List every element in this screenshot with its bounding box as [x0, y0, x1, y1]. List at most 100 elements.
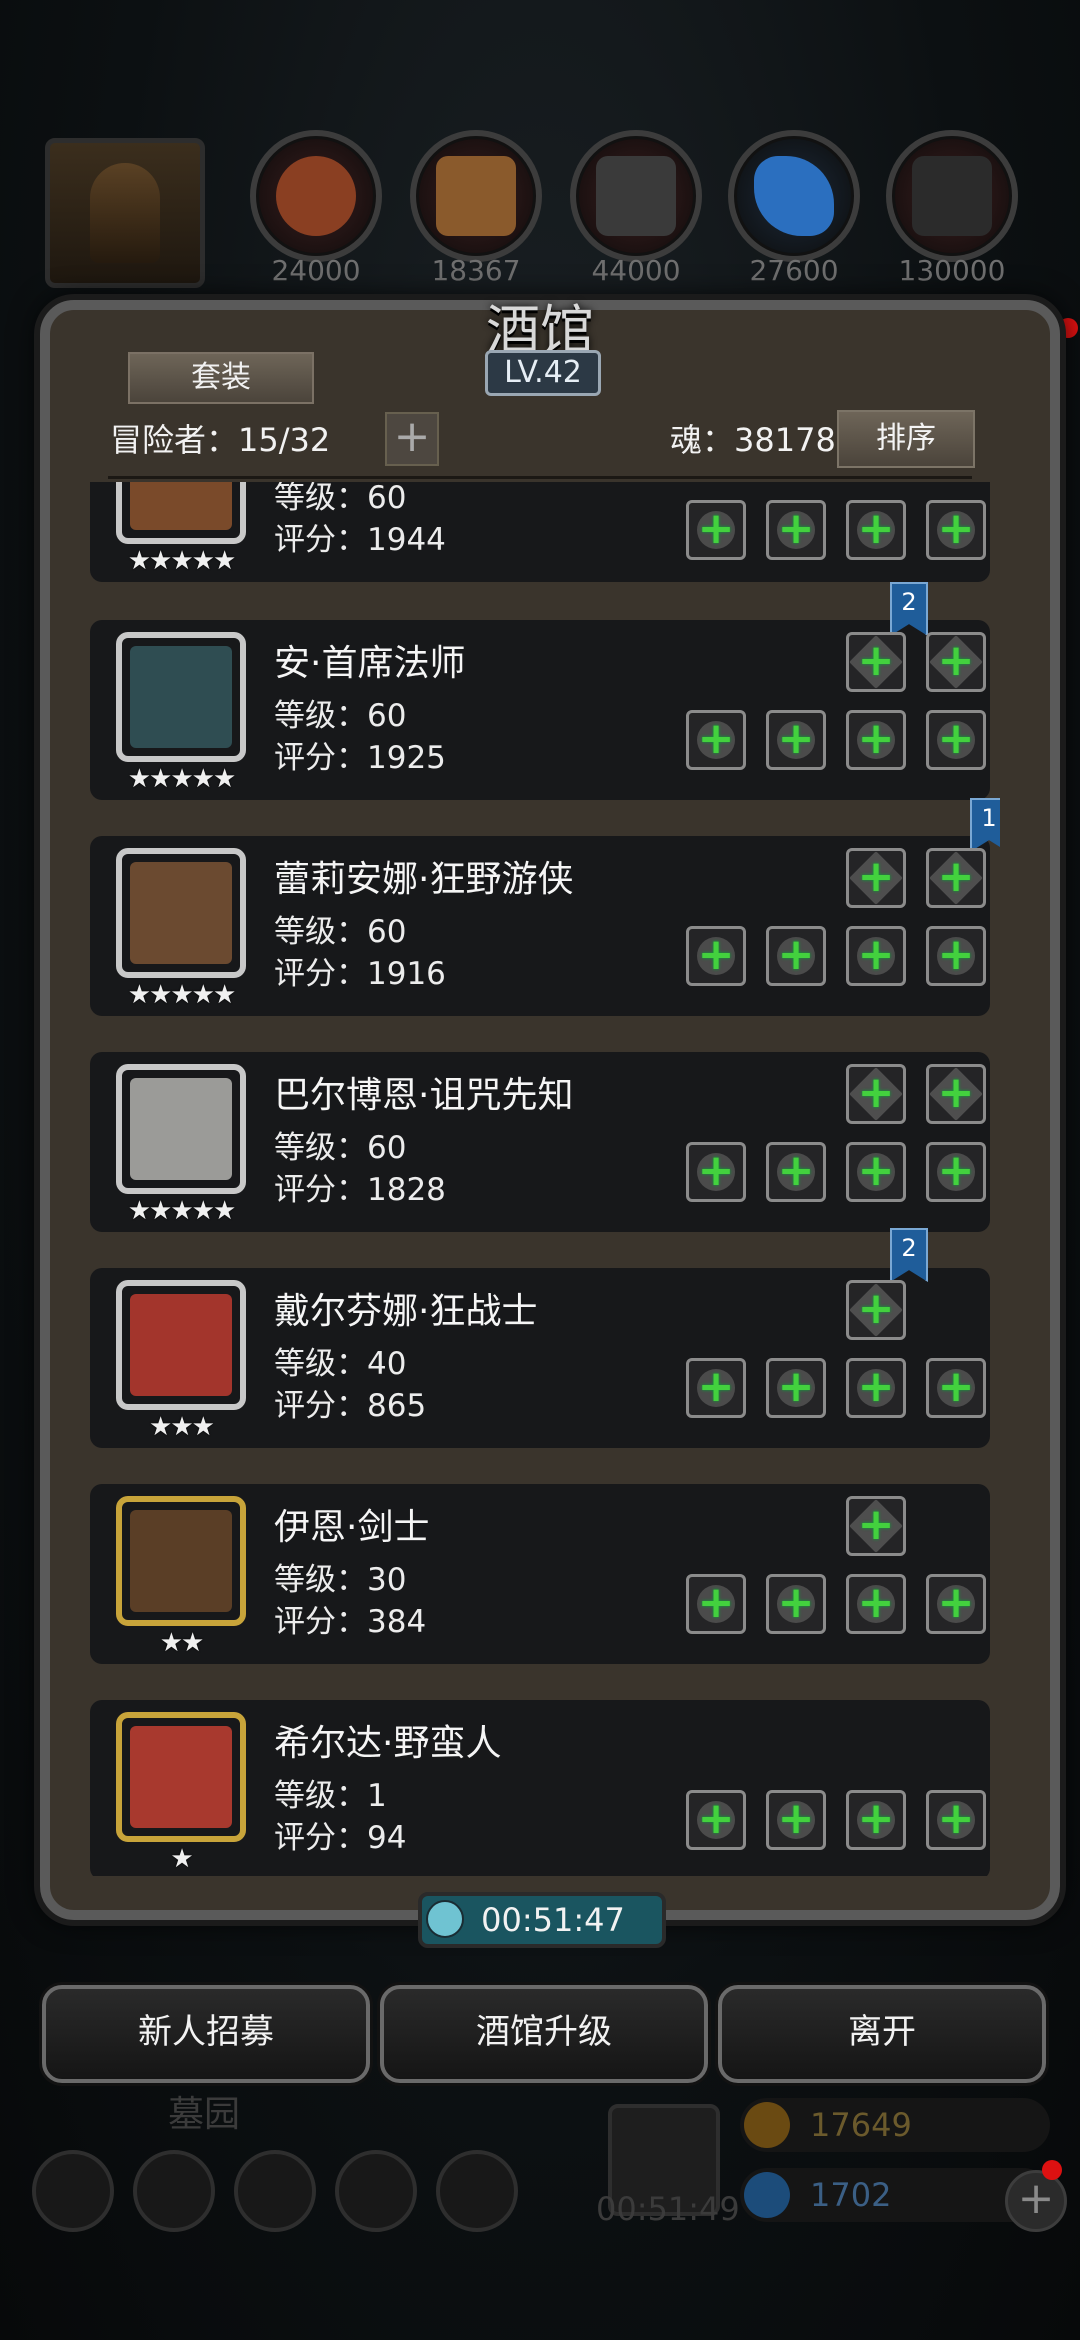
plus-icon: +	[697, 1793, 735, 1844]
weapon-slot[interactable]: +	[686, 1790, 746, 1850]
resource-value: 44000	[591, 254, 681, 287]
adventurer-level: 等级：60	[274, 482, 407, 516]
adventurer-portrait[interactable]	[116, 1064, 246, 1194]
adventurer-portrait[interactable]	[116, 848, 246, 978]
refresh-timer: 00:51:47	[418, 1892, 666, 1948]
rank-ribbon: 2	[890, 1228, 928, 1282]
plus-icon: +	[777, 1793, 815, 1844]
ring-slot[interactable]: +	[846, 1142, 906, 1202]
ring-slot[interactable]: +	[846, 1790, 906, 1850]
ring-slot[interactable]: +	[846, 1358, 906, 1418]
adventurer-list[interactable]: ★★★★★ 等级：60 评分：1944 + + + + ★★★★★ 安·首席法师…	[80, 482, 1000, 1876]
gem-icon	[744, 2172, 790, 2218]
adventurer-portrait[interactable]	[116, 632, 246, 762]
armor-slot[interactable]: +	[766, 710, 826, 770]
gem-counter: 1702	[740, 2168, 1050, 2222]
adventurer-card[interactable]: ★★★★★ 等级：60 评分：1944 + + + +	[90, 482, 990, 582]
star-rating: ★★★★★	[127, 546, 237, 576]
amulet-slot[interactable]: +	[926, 1790, 986, 1850]
crafting-icon[interactable]	[436, 2150, 518, 2232]
weapon-slot[interactable]: +	[686, 1358, 746, 1418]
skill-slot[interactable]: +	[926, 1064, 986, 1124]
amulet-slot[interactable]: +	[926, 926, 986, 986]
adventurer-portrait[interactable]	[116, 482, 246, 544]
skill-slot[interactable]: +	[846, 848, 906, 908]
armor-slot[interactable]: +	[766, 1358, 826, 1418]
star-rating: ★★★★★	[127, 980, 237, 1010]
plus-icon: +	[937, 1793, 975, 1844]
skill-slot[interactable]: +	[846, 1280, 906, 1340]
amulet-slot[interactable]: +	[926, 1142, 986, 1202]
adventurer-level: 等级：40	[274, 1346, 407, 1382]
settings-icon[interactable]	[32, 2150, 114, 2232]
set-tab-button[interactable]: 套装	[128, 352, 314, 404]
adventurer-card[interactable]: ★★★ 戴尔芬娜·狂战士 等级：40 评分：865 2 + + + + +	[90, 1228, 990, 1448]
resource-value: 27600	[749, 254, 839, 287]
adventurer-card[interactable]: ★ 希尔达·野蛮人 等级：1 评分：94 + + + +	[90, 1700, 990, 1876]
adventurer-card[interactable]: ★★★★★ 巴尔博恩·诅咒先知 等级：60 评分：1828 + + + + + …	[90, 1052, 990, 1232]
adventurer-card[interactable]: ★★★★★ 安·首席法师 等级：60 评分：1925 2 + + + + + +	[90, 582, 990, 800]
ring-slot[interactable]: +	[846, 926, 906, 986]
adventurer-portrait[interactable]	[116, 1712, 246, 1842]
amulet-slot[interactable]: +	[926, 1574, 986, 1634]
recruit-button[interactable]: 新人招募	[42, 1985, 370, 2083]
weapon-slot[interactable]: +	[686, 710, 746, 770]
stone-icon	[912, 156, 992, 236]
weapon-slot[interactable]: +	[686, 1142, 746, 1202]
ring-slot[interactable]: +	[846, 1574, 906, 1634]
mail-icon[interactable]	[335, 2150, 417, 2232]
armor-slot[interactable]: +	[766, 500, 826, 560]
amulet-slot[interactable]: +	[926, 1358, 986, 1418]
amulet-slot[interactable]: +	[926, 500, 986, 560]
plus-icon: +	[777, 1145, 815, 1196]
adventurer-portrait[interactable]	[116, 1496, 246, 1626]
ring-slot[interactable]: +	[846, 500, 906, 560]
armor-slot[interactable]: +	[766, 926, 826, 986]
plus-icon: +	[857, 1499, 895, 1550]
weapon-slot[interactable]: +	[686, 500, 746, 560]
plus-icon: +	[857, 1577, 895, 1628]
leave-button[interactable]: 离开	[718, 1985, 1046, 2083]
adventurer-portrait[interactable]	[116, 1280, 246, 1410]
armor-slot[interactable]: +	[766, 1790, 826, 1850]
adventurer-level: 等级：60	[274, 914, 407, 950]
plus-icon: +	[937, 635, 975, 686]
adventurer-card[interactable]: ★★★★★ 蕾莉安娜·狂野游侠 等级：60 评分：1916 1 + + + + …	[90, 798, 1000, 1016]
skill-slot[interactable]: +	[846, 1496, 906, 1556]
resource-iron[interactable]: 44000	[570, 130, 702, 287]
plus-icon: +	[937, 1361, 975, 1412]
plus-icon: +	[857, 929, 895, 980]
resource-meat[interactable]: 24000	[250, 130, 382, 287]
plus-icon: +	[857, 1067, 895, 1118]
plus-icon: +	[857, 1145, 895, 1196]
adventurer-card[interactable]: ★★ 伊恩·剑士 等级：30 评分：384 + + + + +	[90, 1484, 990, 1664]
skill-slot[interactable]: +	[926, 632, 986, 692]
amulet-slot[interactable]: +	[926, 710, 986, 770]
resource-value: 130000	[898, 254, 1006, 287]
sort-button[interactable]: 排序	[837, 410, 975, 468]
add-slot-button[interactable]: +	[385, 412, 439, 466]
resource-crystal[interactable]: 27600	[728, 130, 860, 287]
gift-timer: 00:51:49	[596, 2190, 740, 2228]
skill-slot[interactable]: +	[926, 848, 986, 908]
adventurer-name: 巴尔博恩·诅咒先知	[274, 1075, 574, 1116]
skill-slot[interactable]: +	[846, 632, 906, 692]
resource-wood[interactable]: 18367	[410, 130, 542, 287]
resource-bar: 24000 18367 44000 27600 130000	[40, 130, 1040, 290]
armor-slot[interactable]: +	[766, 1142, 826, 1202]
skill-slot[interactable]: +	[846, 1064, 906, 1124]
hero-icon[interactable]	[133, 2150, 215, 2232]
plus-icon: +	[777, 1577, 815, 1628]
book-icon[interactable]	[234, 2150, 316, 2232]
add-currency-button[interactable]: +	[1005, 2170, 1067, 2232]
armor-slot[interactable]: +	[766, 1574, 826, 1634]
adventurer-name: 希尔达·野蛮人	[274, 1723, 502, 1764]
ring-slot[interactable]: +	[846, 710, 906, 770]
upgrade-tavern-button[interactable]: 酒馆升级	[380, 1985, 708, 2083]
weapon-slot[interactable]: +	[686, 1574, 746, 1634]
resource-stone[interactable]: 130000	[886, 130, 1018, 287]
header-divider	[108, 476, 972, 479]
plus-icon: +	[857, 503, 895, 554]
notification-dot	[1042, 2160, 1062, 2180]
weapon-slot[interactable]: +	[686, 926, 746, 986]
